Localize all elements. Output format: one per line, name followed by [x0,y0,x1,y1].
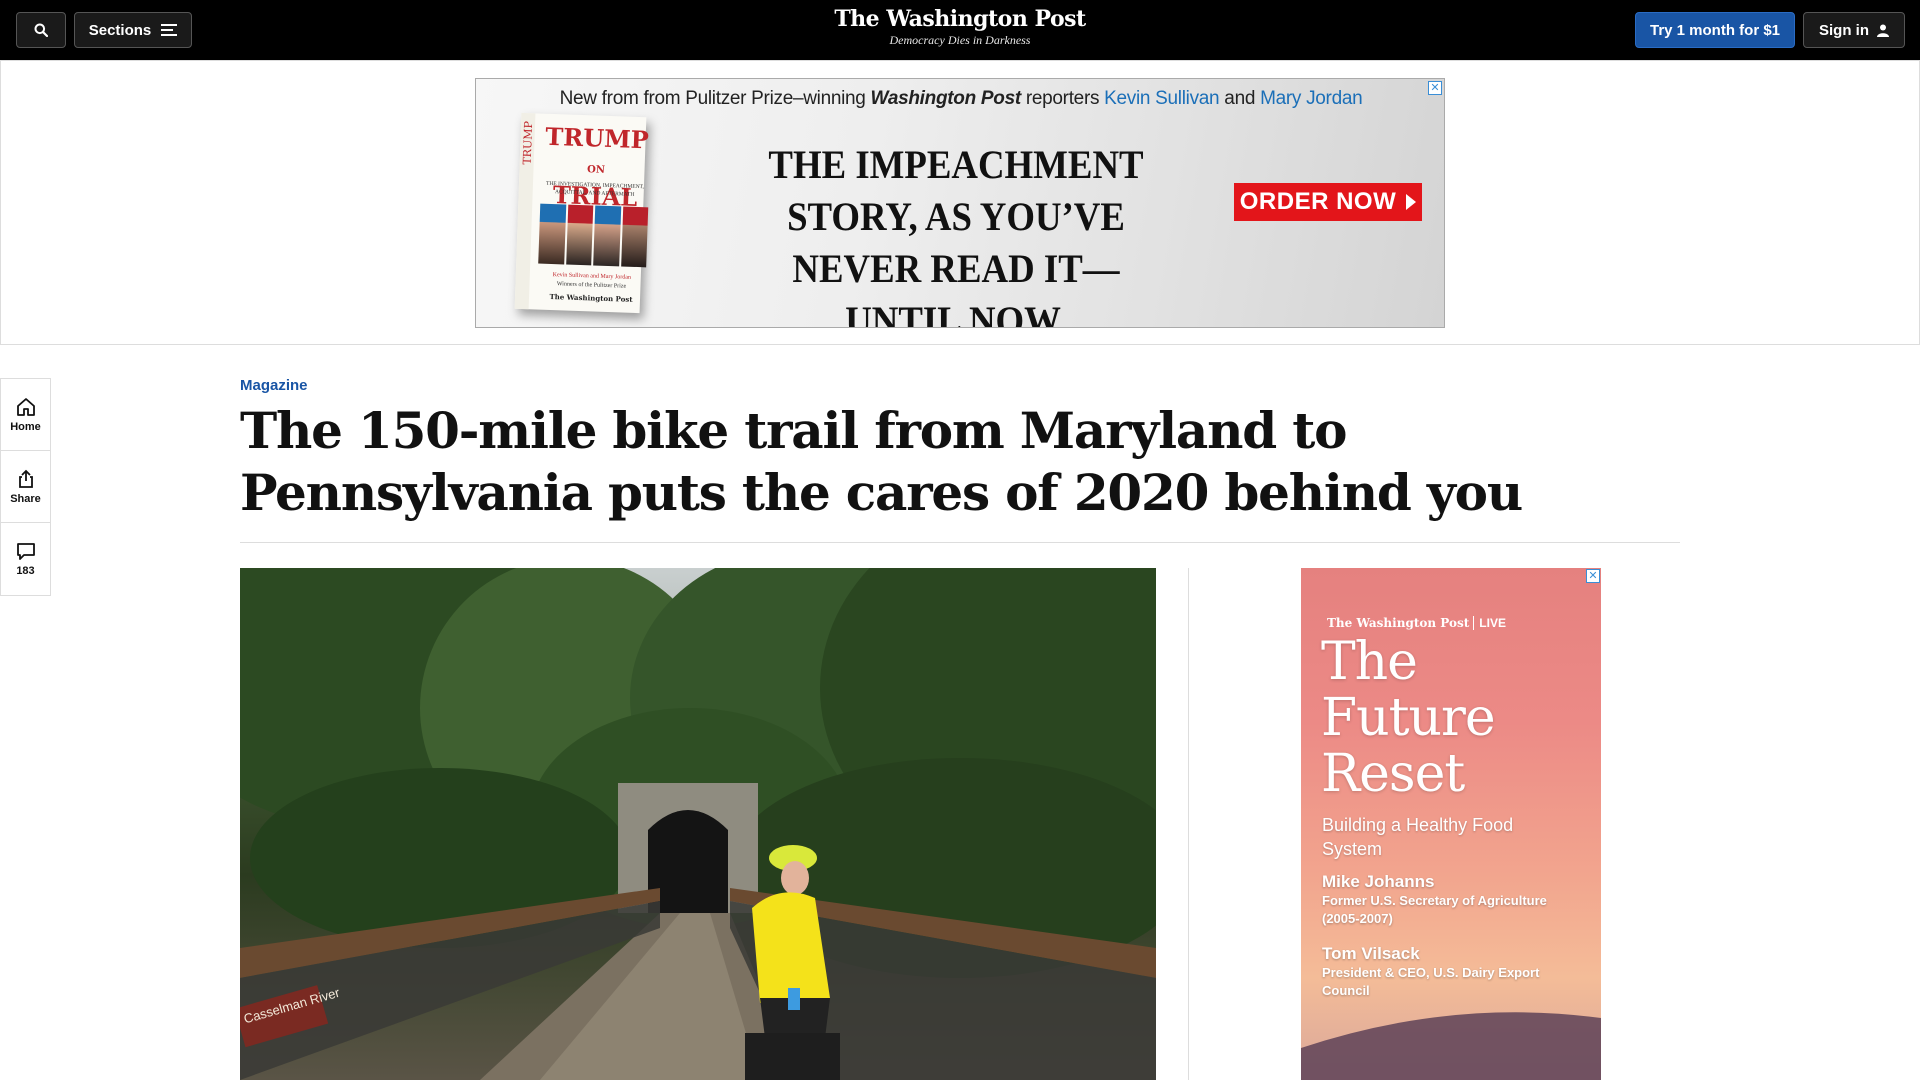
event-subtitle: Building a Healthy Food System [1322,815,1514,859]
search-icon [34,23,48,37]
ad-author-1: Kevin Sullivan [1104,88,1220,109]
site-tagline: Democracy Dies in Darkness [889,33,1031,47]
article-headline: The 150-mile bike trail from Maryland to… [240,401,1523,522]
article-tools-rail: Home Share 183 [0,378,51,596]
event-advertisement[interactable]: ✕ The Washington Post LIVE The Future Res… [1301,568,1601,1080]
event-speaker: Tom Vilsack President & CEO, U.S. Dairy … [1322,944,1582,1000]
user-icon [1877,24,1889,37]
rail-share-label: Share [10,492,41,505]
column-divider [1188,568,1189,1080]
order-now-button[interactable]: ORDER NOW [1234,183,1422,221]
hero-photo-illustration [240,568,1156,1080]
book-authors-names: Kevin Sullivan and Mary Jordan [552,272,632,281]
book-title-line-1: TRUMP [544,121,650,155]
site-logo[interactable]: The Washington Post [760,6,1160,32]
event-speaker: Mike Johanns Former U.S. Secretary of Ag… [1322,872,1582,928]
article-hero-photo[interactable]: Casselman River [240,568,1156,1080]
comment-icon [16,543,35,560]
speaker-role: Former U.S. Secretary of Agriculture (20… [1322,893,1547,926]
rail-comment-count: 183 [16,565,35,577]
order-now-label: ORDER NOW [1239,188,1397,215]
rail-home-button[interactable]: Home [1,379,50,451]
share-icon [18,469,33,488]
sign-in-button[interactable]: Sign in [1803,12,1905,48]
rail-home-label: Home [10,420,41,433]
book-publisher: The Washington Post [549,291,633,304]
event-title: The Future Reset [1321,632,1496,804]
home-icon [16,397,35,416]
ad-tagline-mid: reporters [1025,88,1100,109]
book-advertisement[interactable]: ✕ New from from Pulitzer Prize–winning W… [475,78,1445,328]
ad-author-2: Mary Jordan [1260,88,1363,109]
close-icon[interactable]: ✕ [1586,569,1600,583]
sections-label: Sections [88,21,152,39]
headline-divider [240,542,1680,543]
book-title-on: ON [586,164,606,176]
horizon-decoration [1301,1012,1601,1080]
event-brand: The Washington Post LIVE [1327,616,1506,630]
book-cover-image: TRUMP TRUMP ON TRIAL The Investigation, … [514,112,650,314]
book-authors-note: Winners of the Pulitzer Prize [556,281,627,290]
sign-in-label: Sign in [1819,21,1869,39]
section-kicker-link[interactable]: Magazine [240,377,308,394]
event-brand-name: The Washington Post [1327,616,1470,630]
ad-tagline-and: and [1224,88,1256,109]
speaker-name: Mike Johanns [1322,872,1435,891]
ad-tagline-prefix: New from from Pulitzer Prize–winning [559,88,866,109]
top-navigation-bar: Sections The Washington Post Democracy D… [0,0,1920,60]
ad-tagline: New from from Pulitzer Prize–winning Was… [476,88,1444,110]
book-cover-portraits [538,203,649,268]
rail-share-button[interactable]: Share [1,451,50,523]
event-brand-tag: LIVE [1473,616,1506,630]
speaker-role: President & CEO, U.S. Dairy Export Counc… [1322,965,1540,998]
play-triangle-icon [1406,194,1417,210]
speaker-name: Tom Vilsack [1322,944,1420,963]
sections-menu-button[interactable]: Sections [74,12,192,48]
ad-headline: The Impeachment story, as you’ve never r… [768,142,1144,328]
subscribe-trial-button[interactable]: Try 1 month for $1 [1635,12,1795,48]
book-authors: Kevin Sullivan and Mary Jordan Winners o… [535,270,648,292]
ad-tagline-publication: Washington Post [870,88,1022,109]
rail-comments-button[interactable]: 183 [1,523,50,595]
book-spine-title: TRUMP [520,120,536,165]
search-button[interactable] [16,12,66,48]
hamburger-menu-icon [161,24,178,36]
masthead[interactable]: The Washington Post Democracy Dies in Da… [760,6,1160,48]
